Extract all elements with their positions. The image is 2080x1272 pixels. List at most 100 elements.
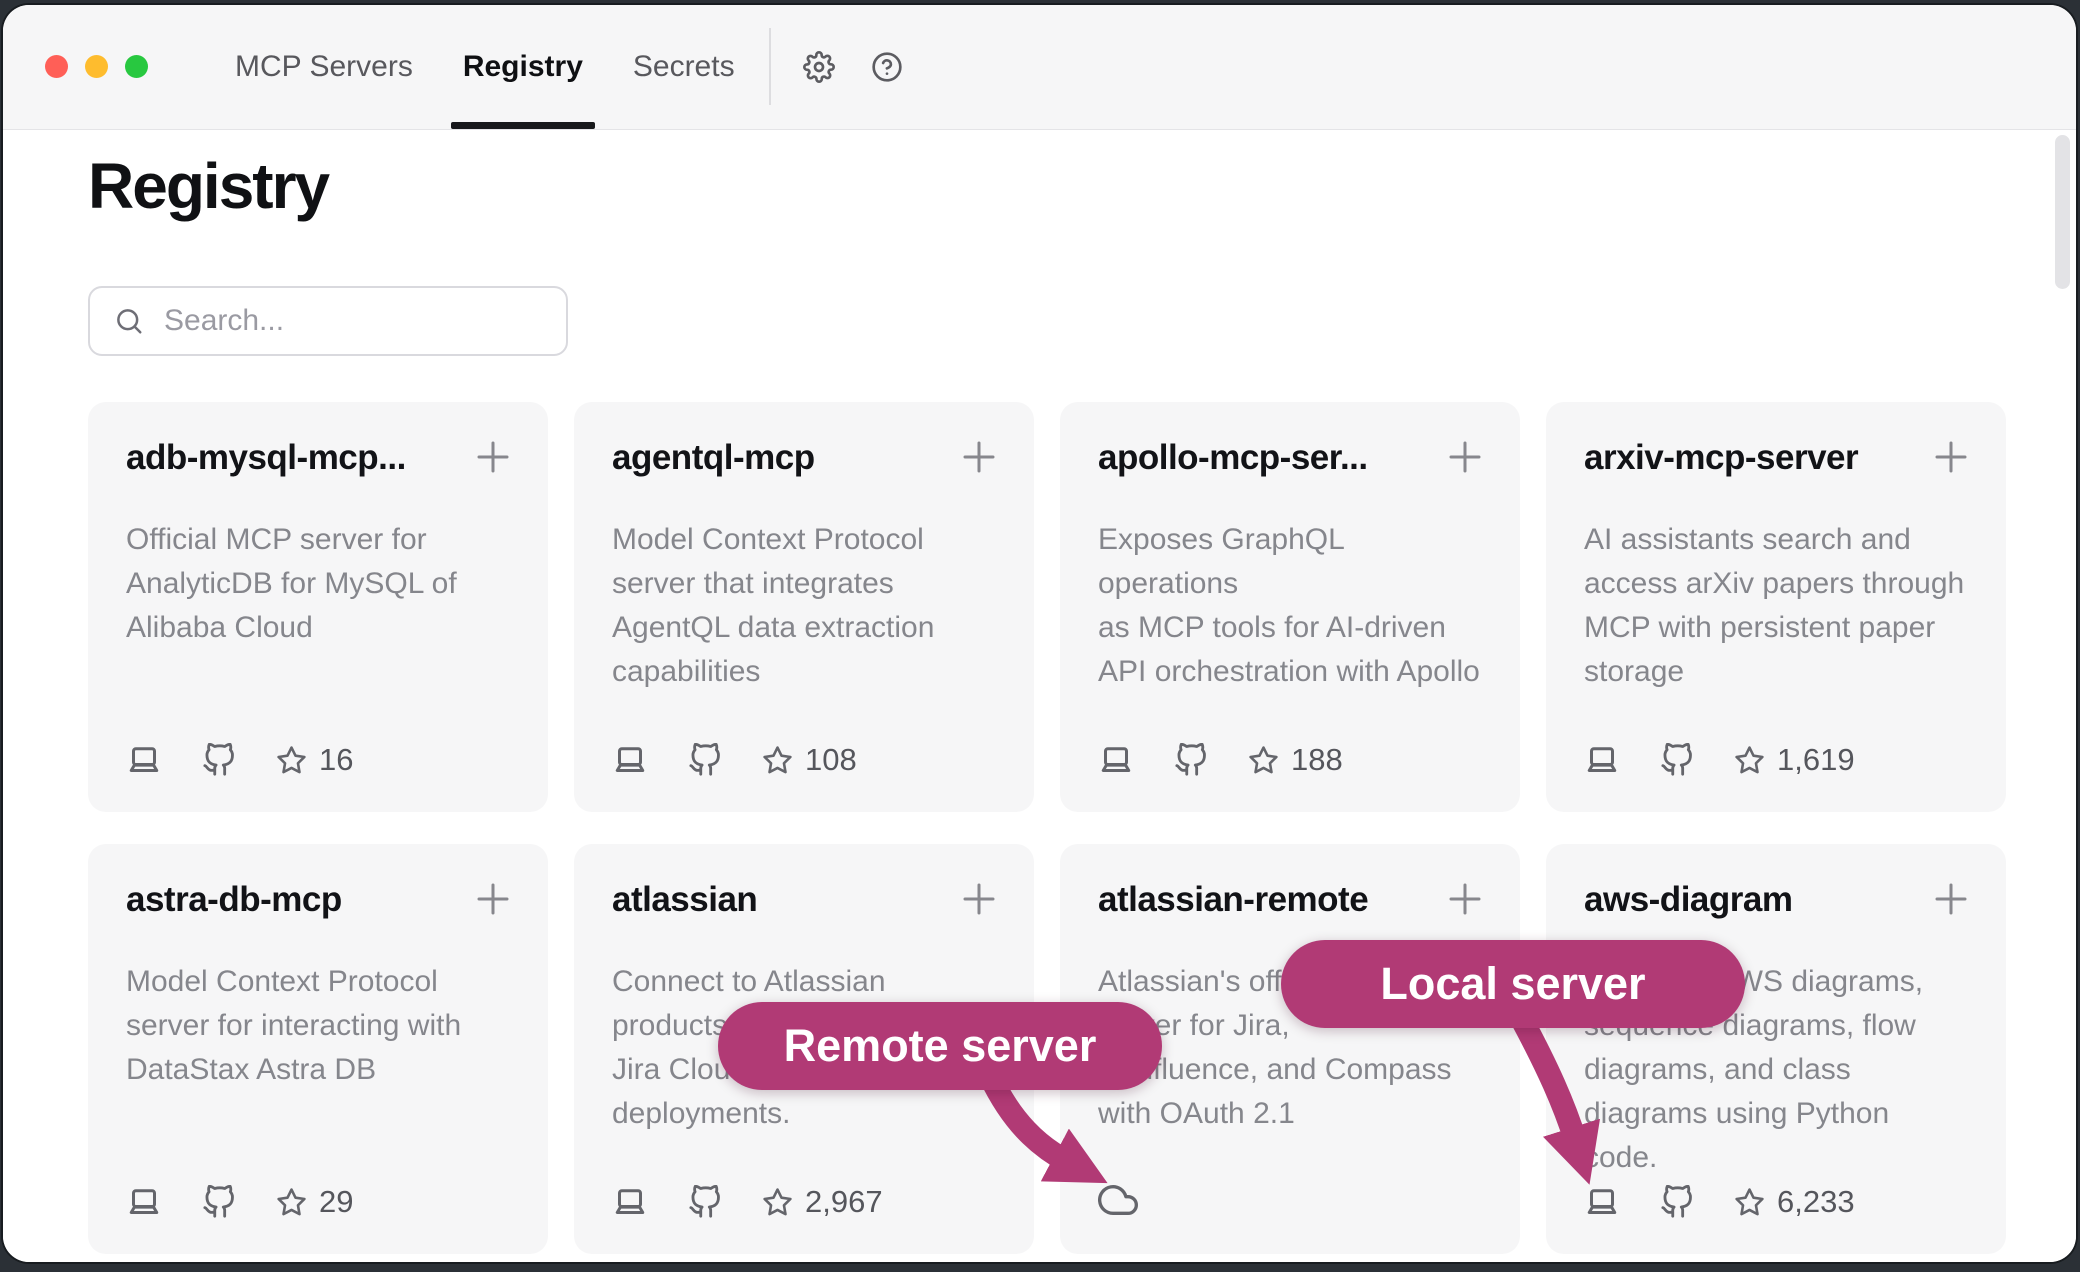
star-count: 16 (319, 742, 353, 778)
desc-line: DataStax Astra DB (126, 1048, 510, 1092)
traffic-lights (45, 55, 148, 78)
card-description: AI assistants search andaccess arXiv pap… (1584, 518, 1968, 694)
server-card[interactable]: apollo-mcp-ser... Exposes GraphQL operat… (1060, 402, 1520, 812)
star-count: 1,619 (1777, 742, 1855, 778)
title-tab-bar: MCP Servers Registry Secrets (3, 5, 2076, 130)
desktop: MCP Servers Registry Secrets Registry (0, 0, 2080, 1272)
laptop-icon (126, 742, 162, 778)
registry-content: Registry adb-mysql-mcp... Official MCP s… (3, 130, 2076, 1262)
local-footer: 108 (612, 742, 857, 778)
laptop-icon (1098, 742, 1134, 778)
remote-footer (1098, 1180, 1138, 1220)
laptop-icon (612, 742, 648, 778)
card-title: agentql-mcp (612, 438, 815, 478)
card-title: atlassian (612, 880, 757, 920)
laptop-icon (1584, 1184, 1620, 1220)
card-description: Generate AWS diagrams,sequence diagrams,… (1584, 960, 1968, 1180)
desc-line: Official MCP server for (126, 518, 510, 562)
desc-line: Atlassian's official MCP (1098, 960, 1482, 1004)
local-footer: 16 (126, 742, 353, 778)
star-icon (1248, 745, 1279, 776)
tab-registry[interactable]: Registry (463, 5, 583, 129)
minimize-window-button[interactable] (85, 55, 108, 78)
card-head: astra-db-mcp (126, 880, 510, 920)
search-box (88, 286, 568, 356)
cloud-icon (1098, 1180, 1138, 1220)
desc-line: API orchestration with Apollo (1098, 650, 1482, 694)
card-description: Model Context Protocolserver that integr… (612, 518, 996, 694)
tab-secrets[interactable]: Secrets (633, 5, 735, 129)
card-head: arxiv-mcp-server (1584, 438, 1968, 478)
card-title: astra-db-mcp (126, 880, 342, 920)
add-server-button[interactable] (1934, 440, 1968, 474)
gear-icon[interactable] (803, 51, 835, 83)
desc-line: sequence diagrams, flow (1584, 1004, 1968, 1048)
add-server-button[interactable] (1448, 882, 1482, 916)
zoom-window-button[interactable] (125, 55, 148, 78)
star-icon (1734, 1187, 1765, 1218)
github-icon (1660, 743, 1694, 777)
desc-line: server for interacting with (126, 1004, 510, 1048)
desc-line: MCP with persistent paper (1584, 606, 1968, 650)
card-title: arxiv-mcp-server (1584, 438, 1858, 478)
card-title: apollo-mcp-ser... (1098, 438, 1368, 478)
server-card[interactable]: agentql-mcp Model Context Protocolserver… (574, 402, 1034, 812)
desc-line: Model Context Protocol (126, 960, 510, 1004)
desc-line: diagrams, and class (1584, 1048, 1968, 1092)
card-description: Exposes GraphQL operationsas MCP tools f… (1098, 518, 1482, 694)
server-card[interactable]: astra-db-mcp Model Context Protocolserve… (88, 844, 548, 1254)
desc-line: capabilities (612, 650, 996, 694)
star-count: 108 (805, 742, 857, 778)
local-footer: 1,619 (1584, 742, 1855, 778)
close-window-button[interactable] (45, 55, 68, 78)
scrollbar-thumb[interactable] (2055, 135, 2070, 289)
local-footer: 2,967 (612, 1184, 883, 1220)
server-card[interactable]: atlassian-remote Atlassian's official MC… (1060, 844, 1520, 1254)
search-input[interactable] (162, 303, 546, 339)
desc-line: with OAuth 2.1 (1098, 1092, 1482, 1136)
card-head: agentql-mcp (612, 438, 996, 478)
desc-line: Jira Cloud and (612, 1048, 996, 1092)
tab-mcp-servers[interactable]: MCP Servers (235, 5, 413, 129)
card-head: atlassian (612, 880, 996, 920)
server-card[interactable]: adb-mysql-mcp... Official MCP server for… (88, 402, 548, 812)
add-server-button[interactable] (476, 440, 510, 474)
search-icon (114, 306, 144, 336)
desc-line: server that integrates (612, 562, 996, 606)
server-card[interactable]: arxiv-mcp-server AI assistants search an… (1546, 402, 2006, 812)
desc-line: as MCP tools for AI-driven (1098, 606, 1482, 650)
star-count: 29 (319, 1184, 353, 1220)
help-icon[interactable] (871, 51, 903, 83)
card-head: atlassian-remote (1098, 880, 1482, 920)
local-footer: 29 (126, 1184, 353, 1220)
add-server-button[interactable] (962, 882, 996, 916)
server-card[interactable]: atlassian Connect to Atlassianproducts i… (574, 844, 1034, 1254)
github-icon (202, 743, 236, 777)
star-icon (276, 1187, 307, 1218)
star-icon (1734, 745, 1765, 776)
add-server-button[interactable] (1448, 440, 1482, 474)
desc-line: AnalyticDB for MySQL of (126, 562, 510, 606)
card-title: aws-diagram (1584, 880, 1792, 920)
add-server-button[interactable] (1934, 882, 1968, 916)
laptop-icon (612, 1184, 648, 1220)
server-card[interactable]: aws-diagram Generate AWS diagrams,sequen… (1546, 844, 2006, 1254)
desc-line: Exposes GraphQL operations (1098, 518, 1482, 606)
add-server-button[interactable] (962, 440, 996, 474)
card-head: aws-diagram (1584, 880, 1968, 920)
desc-line: AI assistants search and (1584, 518, 1968, 562)
github-icon (688, 743, 722, 777)
card-description: Atlassian's official MCPserver for Jira,… (1098, 960, 1482, 1136)
star-icon (762, 745, 793, 776)
card-description: Model Context Protocolserver for interac… (126, 960, 510, 1092)
laptop-icon (126, 1184, 162, 1220)
desc-line: Alibaba Cloud (126, 606, 510, 650)
card-head: adb-mysql-mcp... (126, 438, 510, 478)
toolbar-divider (769, 28, 771, 105)
main-tabs: MCP Servers Registry Secrets (235, 5, 735, 129)
github-icon (688, 1185, 722, 1219)
page-title: Registry (88, 154, 328, 218)
add-server-button[interactable] (476, 882, 510, 916)
star-icon (276, 745, 307, 776)
star-count: 2,967 (805, 1184, 883, 1220)
